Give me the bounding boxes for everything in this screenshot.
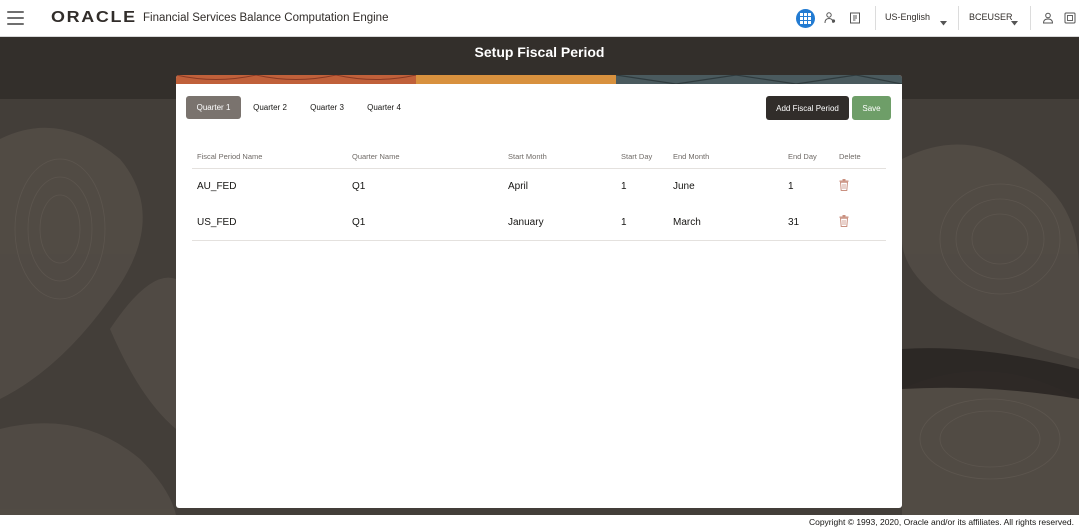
cell-quarter-name: Q1 <box>352 181 366 192</box>
profile-icon[interactable] <box>1041 11 1055 25</box>
app-name: Financial Services Balance Computation E… <box>143 12 389 24</box>
cell-end-month: June <box>673 181 695 192</box>
header-divider <box>958 6 959 30</box>
page-title: Setup Fiscal Period <box>474 44 605 60</box>
cell-end-month: March <box>673 217 701 228</box>
user-group-icon[interactable] <box>823 11 837 25</box>
header-divider <box>875 6 876 30</box>
fiscal-period-card: Quarter 1 Quarter 2 Quarter 3 Quarter 4 … <box>176 75 902 508</box>
tab-quarter-1[interactable]: Quarter 1 <box>186 96 241 119</box>
save-button[interactable]: Save <box>852 96 891 120</box>
cell-fiscal-period-name: AU_FED <box>197 181 237 192</box>
cell-start-day: 1 <box>621 217 627 228</box>
column-header-start-day[interactable]: Start Day <box>621 152 652 161</box>
trash-icon[interactable] <box>839 179 849 191</box>
oracle-logo: ORACLE <box>51 9 137 26</box>
copyright-text: Copyright © 1993, 2020, Oracle and/or it… <box>808 517 1074 527</box>
cell-start-month: January <box>508 217 544 228</box>
column-header-end-month[interactable]: End Month <box>673 152 709 161</box>
document-icon[interactable] <box>848 11 862 25</box>
header-divider <box>1030 6 1031 30</box>
chevron-down-icon[interactable] <box>940 13 947 31</box>
hamburger-icon[interactable] <box>7 11 24 25</box>
cell-quarter-name: Q1 <box>352 217 366 228</box>
window-icon[interactable] <box>1063 11 1077 25</box>
trash-icon[interactable] <box>839 215 849 227</box>
chevron-down-icon[interactable] <box>1011 13 1018 31</box>
column-header-start-month[interactable]: Start Month <box>508 152 547 161</box>
card-banner <box>176 75 902 84</box>
cell-start-day: 1 <box>621 181 627 192</box>
cell-fiscal-period-name: US_FED <box>197 217 237 228</box>
user-menu[interactable]: BCEUSER <box>969 12 1013 22</box>
add-fiscal-period-button[interactable]: Add Fiscal Period <box>766 96 849 120</box>
language-selector[interactable]: US-English <box>885 12 930 22</box>
cell-end-day: 1 <box>788 181 794 192</box>
app-header: ORACLE Financial Services Balance Comput… <box>0 0 1079 37</box>
tab-quarter-3[interactable]: Quarter 3 <box>303 96 351 119</box>
cell-end-day: 31 <box>788 217 800 228</box>
column-header-quarter-name[interactable]: Quarter Name <box>352 152 400 161</box>
tab-quarter-2[interactable]: Quarter 2 <box>246 96 294 119</box>
column-header-fiscal-period-name[interactable]: Fiscal Period Name <box>197 152 262 161</box>
table-divider <box>192 240 886 241</box>
tab-quarter-4[interactable]: Quarter 4 <box>360 96 408 119</box>
column-header-end-day[interactable]: End Day <box>788 152 817 161</box>
column-header-delete: Delete <box>839 152 861 161</box>
apps-grid-icon[interactable] <box>796 9 815 28</box>
table-divider <box>192 168 886 169</box>
cell-start-month: April <box>508 181 529 192</box>
